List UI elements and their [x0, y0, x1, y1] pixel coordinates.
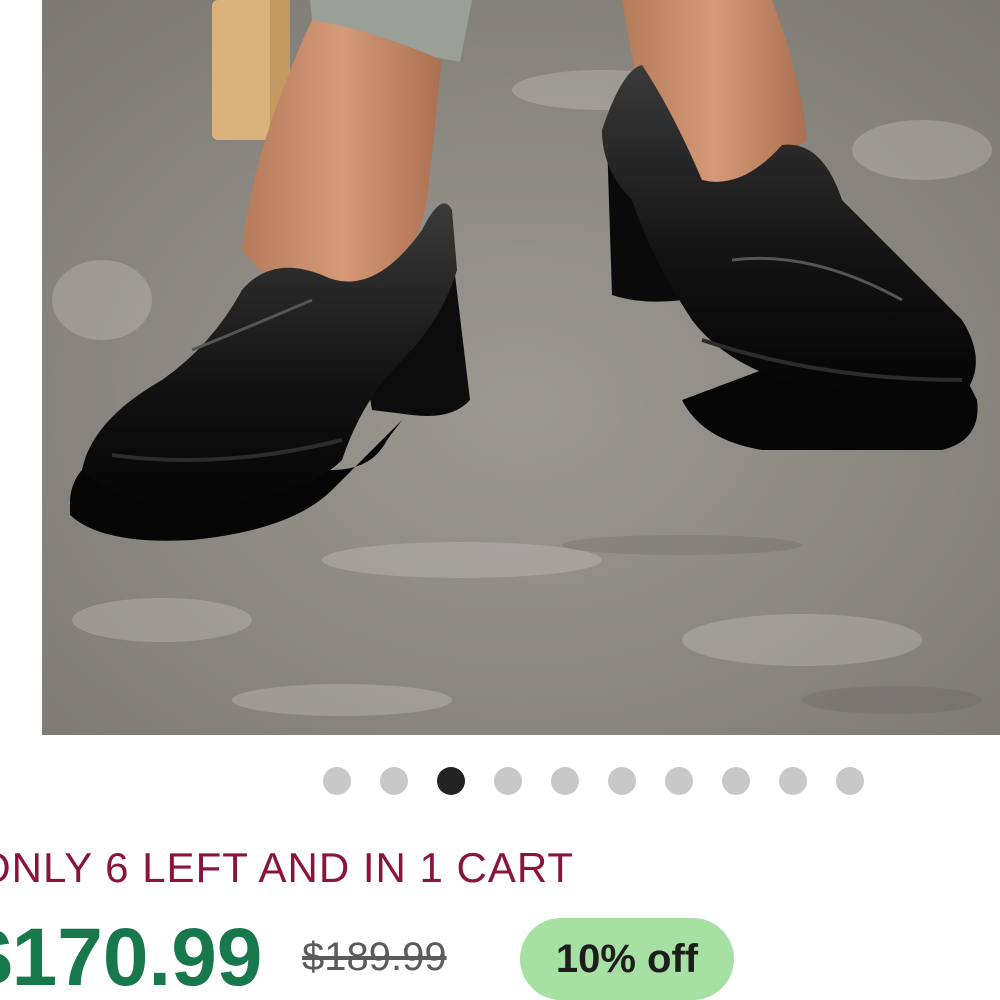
carousel-dot[interactable] — [836, 767, 864, 795]
product-photo[interactable] — [42, 0, 1000, 735]
discount-badge: 10% off — [520, 918, 734, 1000]
carousel-dot[interactable] — [665, 767, 693, 795]
carousel-dot-active[interactable] — [437, 767, 465, 795]
current-price: $170.99 — [0, 912, 263, 1000]
carousel-dot[interactable] — [779, 767, 807, 795]
carousel-dot[interactable] — [608, 767, 636, 795]
carousel-dot[interactable] — [722, 767, 750, 795]
carousel-dot[interactable] — [323, 767, 351, 795]
carousel-dot[interactable] — [380, 767, 408, 795]
carousel-dot[interactable] — [551, 767, 579, 795]
original-price: $189.99 — [302, 935, 447, 979]
product-listing-page: ONLY 6 LEFT AND IN 1 CART $170.99 $189.9… — [0, 0, 1000, 1000]
stock-alert: ONLY 6 LEFT AND IN 1 CART — [0, 844, 575, 891]
carousel-dot[interactable] — [494, 767, 522, 795]
image-carousel-pager — [0, 767, 1000, 797]
